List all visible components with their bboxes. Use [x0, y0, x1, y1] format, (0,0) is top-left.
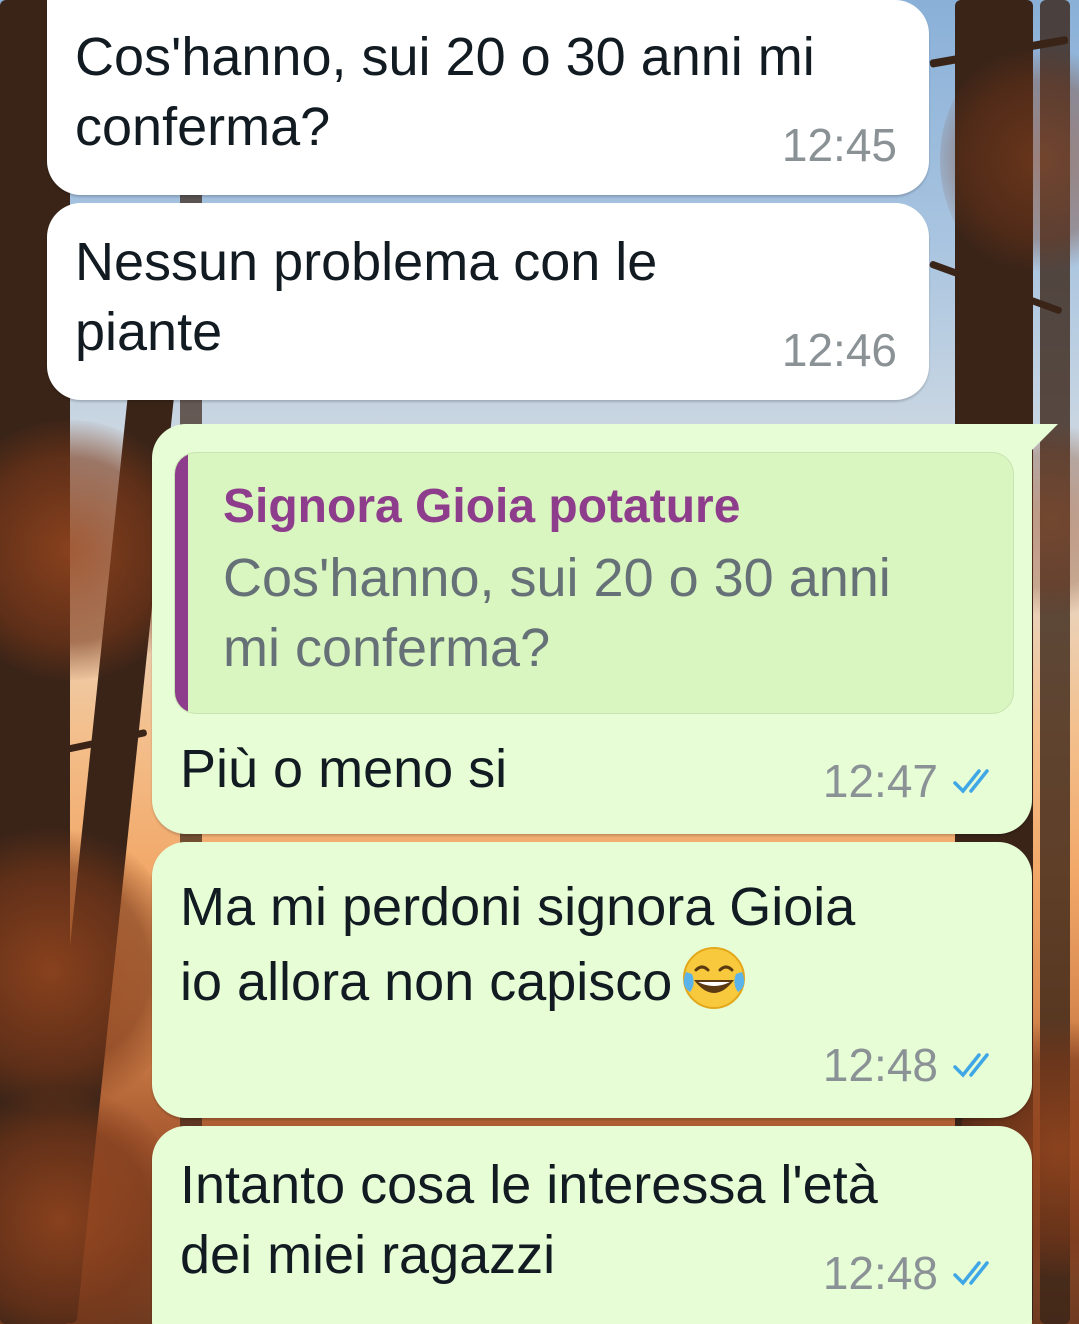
- message-time: 12:46: [781, 324, 897, 376]
- message-meta: 12:45: [782, 118, 897, 172]
- quoted-message[interactable]: Signora Gioia potature Cos'hanno, sui 20…: [174, 452, 1014, 714]
- message-time: 12:48: [822, 1039, 938, 1091]
- message-text: Nessun problema con le piante: [75, 232, 658, 362]
- read-double-tick-icon: [953, 1261, 989, 1286]
- read-double-tick-icon: [953, 769, 989, 794]
- quote-author: Signora Gioia potature: [223, 480, 741, 533]
- message-text: Cos'hanno, sui 20 o 30 anni mi conferma?: [75, 27, 815, 157]
- quote-accent-bar: [175, 453, 188, 713]
- message-meta: 12:48: [823, 1038, 1000, 1092]
- face-with-tears-of-joy-icon: [683, 947, 746, 1009]
- message-outgoing[interactable]: Intanto cosa le interessa l'età dei miei…: [152, 1126, 1032, 1324]
- message-meta: 12:47: [823, 754, 1000, 808]
- message-text-content: Ma mi perdoni signora Gioia io allora no…: [180, 877, 856, 1012]
- message-incoming[interactable]: Nessun problema con le piante 12:46: [47, 203, 929, 400]
- message-time: 12:47: [822, 755, 938, 807]
- message-text: Ma mi perdoni signora Gioia io allora no…: [180, 872, 1004, 1017]
- message-meta: 12:46: [782, 323, 897, 377]
- bubble-tail: [1028, 424, 1058, 454]
- message-outgoing[interactable]: Ma mi perdoni signora Gioia io allora no…: [152, 842, 1032, 1118]
- message-outgoing[interactable]: Signora Gioia potature Cos'hanno, sui 20…: [152, 424, 1058, 834]
- message-time: 12:45: [781, 119, 897, 171]
- quote-text: Cos'hanno, sui 20 o 30 anni mi conferma?: [223, 548, 891, 678]
- read-double-tick-icon: [953, 1053, 989, 1078]
- message-meta: 12:48: [823, 1246, 1000, 1300]
- message-incoming[interactable]: Cos'hanno, sui 20 o 30 anni mi conferma?…: [47, 0, 929, 195]
- message-time: 12:48: [822, 1247, 938, 1299]
- chat-thread: Cos'hanno, sui 20 o 30 anni mi conferma?…: [0, 0, 1079, 1324]
